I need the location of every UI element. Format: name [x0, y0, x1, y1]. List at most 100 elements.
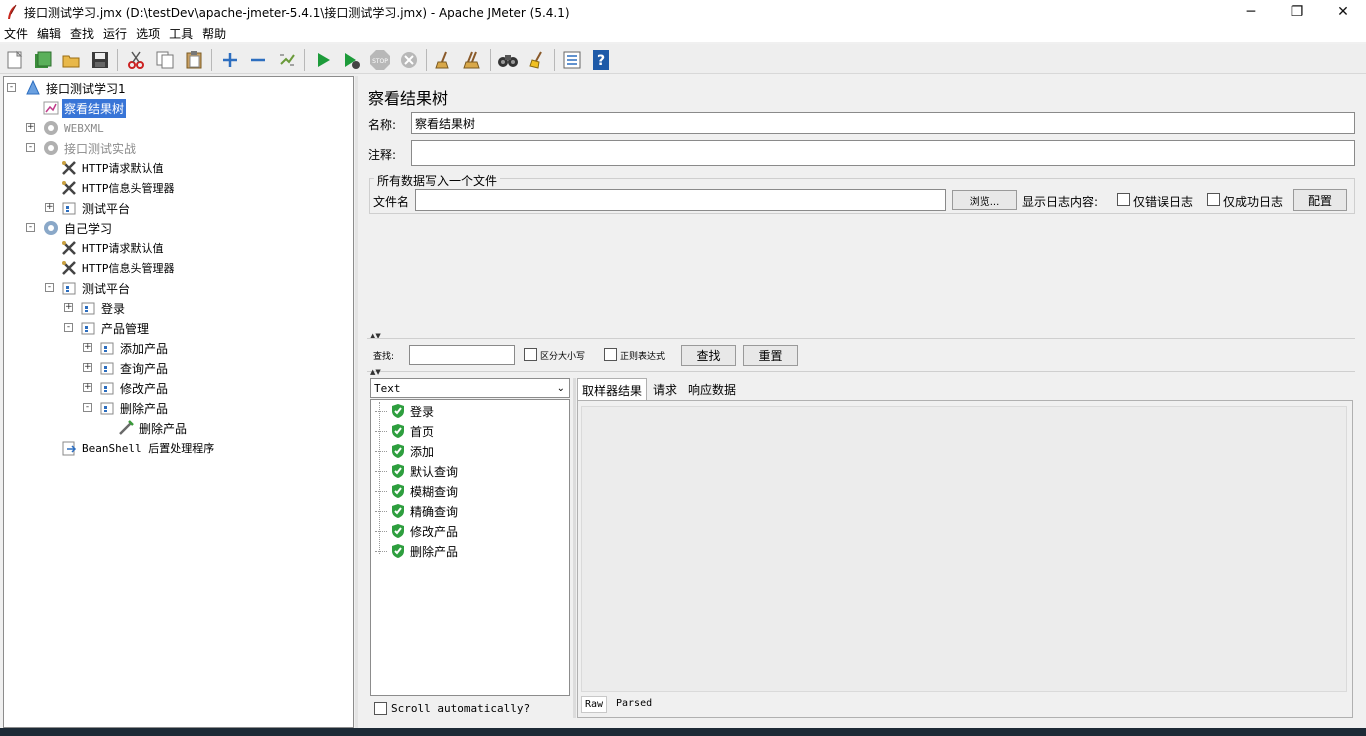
- tree-item-webxml[interactable]: WEBXML: [42, 118, 106, 138]
- function-helper-icon[interactable]: [560, 48, 584, 72]
- search-icon[interactable]: [496, 48, 520, 72]
- reset-button[interactable]: 重置: [743, 345, 798, 366]
- renderer-select[interactable]: Text ⌄: [370, 378, 570, 398]
- toggle-icon[interactable]: [275, 48, 299, 72]
- tree-item-test-plan[interactable]: 接口测试学习1: [24, 78, 128, 98]
- copy-icon[interactable]: [153, 48, 177, 72]
- result-item[interactable]: 修改产品: [375, 521, 458, 541]
- errors-only-checkbox[interactable]: [1117, 193, 1130, 206]
- result-item[interactable]: 删除产品: [375, 541, 458, 561]
- tree-expand-toggle[interactable]: +: [45, 203, 54, 212]
- tree-collapse-toggle[interactable]: -: [26, 223, 35, 232]
- open-icon[interactable]: [59, 48, 83, 72]
- menu-search[interactable]: 查找: [66, 24, 99, 42]
- tree-expand-toggle[interactable]: +: [83, 383, 92, 392]
- regex-checkbox[interactable]: [604, 348, 617, 361]
- tree-item-label: 查询产品: [120, 361, 169, 376]
- result-item[interactable]: 默认查询: [375, 461, 458, 481]
- tree-collapse-toggle[interactable]: -: [45, 283, 54, 292]
- tree-collapse-toggle[interactable]: -: [83, 403, 92, 412]
- tree-item-label: 接口测试学习1: [46, 81, 126, 96]
- tab-raw[interactable]: Raw: [581, 696, 608, 713]
- templates-icon[interactable]: [31, 48, 55, 72]
- help-icon[interactable]: ?: [589, 48, 613, 72]
- close-button[interactable]: ✕: [1320, 0, 1366, 24]
- tree-item-postprocessor[interactable]: BeanShell 后置处理程序: [60, 438, 216, 458]
- tree-item-label: 测试平台: [82, 281, 131, 296]
- comment-field[interactable]: [411, 140, 1355, 166]
- tree-item-header-manager[interactable]: HTTP信息头管理器: [60, 258, 177, 278]
- success-shield-icon: [390, 503, 406, 519]
- tree-item-http-defaults[interactable]: HTTP请求默认值: [60, 238, 166, 258]
- paste-icon[interactable]: [182, 48, 206, 72]
- menu-help[interactable]: 帮助: [198, 24, 231, 42]
- menu-run[interactable]: 运行: [99, 24, 132, 42]
- tab-sampler-result[interactable]: 取样器结果: [577, 378, 648, 400]
- menu-tools[interactable]: 工具: [165, 24, 198, 42]
- tree-item-view-results-tree[interactable]: 察看结果树: [42, 98, 127, 118]
- save-icon[interactable]: [88, 48, 112, 72]
- name-field[interactable]: 察看结果树: [411, 112, 1355, 134]
- tree-collapse-toggle[interactable]: -: [64, 323, 73, 332]
- tree-expand-toggle[interactable]: +: [83, 363, 92, 372]
- collapse-icon[interactable]: [246, 48, 270, 72]
- tree-item-controller[interactable]: 修改产品: [98, 378, 170, 398]
- result-item[interactable]: 添加: [375, 441, 434, 461]
- result-item[interactable]: 精确查询: [375, 501, 458, 521]
- tree-item-controller[interactable]: 产品管理: [79, 318, 151, 338]
- tree-item-thread-group[interactable]: 自己学习: [42, 218, 114, 238]
- controller-icon: [60, 199, 78, 217]
- success-only-checkbox[interactable]: [1207, 193, 1220, 206]
- filename-field[interactable]: [415, 189, 946, 211]
- tab-parsed[interactable]: Parsed: [613, 696, 655, 711]
- tree-collapse-toggle[interactable]: -: [7, 83, 16, 92]
- tree-item-controller[interactable]: 测试平台: [60, 278, 132, 298]
- scroll-auto-checkbox[interactable]: [374, 701, 387, 715]
- tree-item-thread-group[interactable]: 接口测试实战: [42, 138, 138, 158]
- result-item[interactable]: 首页: [375, 421, 434, 441]
- browse-button[interactable]: 浏览...: [952, 190, 1017, 210]
- tree-item-controller[interactable]: 查询产品: [98, 358, 170, 378]
- cut-icon[interactable]: [124, 48, 148, 72]
- shutdown-icon[interactable]: [397, 48, 421, 72]
- expand-icon[interactable]: [218, 48, 242, 72]
- splitter-arrows[interactable]: ▲▼: [370, 368, 381, 376]
- clear-icon[interactable]: [432, 48, 456, 72]
- menu-options[interactable]: 选项: [132, 24, 165, 42]
- start-no-pause-icon[interactable]: [339, 48, 363, 72]
- clear-all-icon[interactable]: [461, 48, 485, 72]
- tree-item-controller[interactable]: 删除产品: [98, 398, 170, 418]
- menu-file[interactable]: 文件: [0, 24, 33, 42]
- maximize-button[interactable]: ❐: [1274, 0, 1320, 24]
- tree-item-sampler[interactable]: 删除产品: [117, 418, 189, 438]
- stop-icon[interactable]: STOP: [368, 48, 392, 72]
- minimize-button[interactable]: ─: [1228, 0, 1274, 24]
- result-item[interactable]: 模糊查询: [375, 481, 458, 501]
- split-divider[interactable]: [573, 378, 576, 718]
- tree-expand-toggle[interactable]: +: [26, 123, 35, 132]
- tree-expand-toggle[interactable]: +: [83, 343, 92, 352]
- search-button[interactable]: 查找: [681, 345, 736, 366]
- configure-button[interactable]: 配置: [1293, 189, 1347, 211]
- result-text-area[interactable]: [581, 406, 1347, 692]
- tree-item-controller[interactable]: 添加产品: [98, 338, 170, 358]
- result-item-label: 删除产品: [410, 544, 459, 559]
- tree-item-header-manager[interactable]: HTTP信息头管理器: [60, 178, 177, 198]
- tab-response-data[interactable]: 响应数据: [684, 378, 740, 400]
- main-split-divider[interactable]: [355, 76, 358, 728]
- tree-guide-line: [375, 410, 387, 412]
- tree-item-http-defaults[interactable]: HTTP请求默认值: [60, 158, 166, 178]
- tree-expand-toggle[interactable]: +: [64, 303, 73, 312]
- tree-item-controller[interactable]: 测试平台: [60, 198, 132, 218]
- search-input[interactable]: [409, 345, 515, 365]
- result-item[interactable]: 登录: [375, 401, 434, 421]
- new-icon[interactable]: [3, 48, 27, 72]
- case-sensitive-checkbox[interactable]: [524, 348, 537, 361]
- svg-text:?: ?: [597, 53, 605, 69]
- tree-collapse-toggle[interactable]: -: [26, 143, 35, 152]
- reset-search-icon[interactable]: [525, 48, 549, 72]
- tree-item-controller[interactable]: 登录: [79, 298, 127, 318]
- tab-request[interactable]: 请求: [649, 378, 681, 400]
- start-icon[interactable]: [311, 48, 335, 72]
- menu-edit[interactable]: 编辑: [33, 24, 66, 42]
